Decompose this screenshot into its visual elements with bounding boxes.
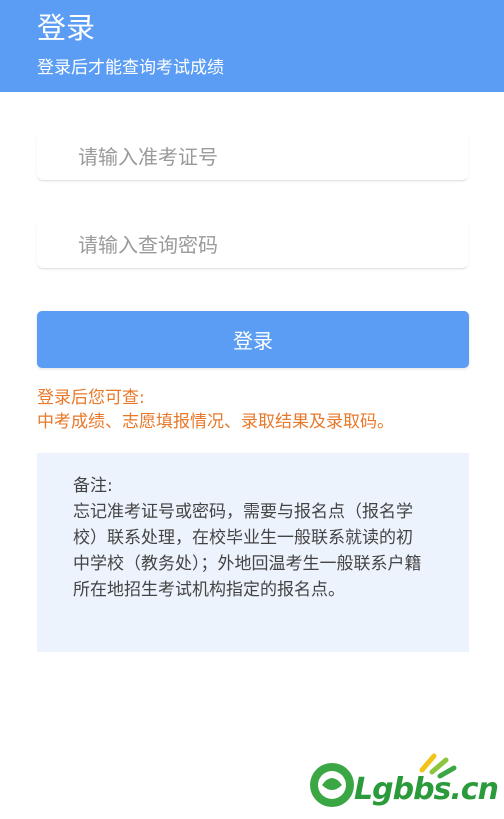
watermark-text: Lgbbs.cn <box>354 772 499 807</box>
login-button[interactable]: 登录 <box>37 311 469 368</box>
page-subtitle: 登录后才能查询考试成绩 <box>37 58 224 78</box>
note-title: 备注: <box>73 476 113 496</box>
password-input[interactable] <box>37 222 468 268</box>
hint-line-1: 登录后您可查: <box>37 388 145 408</box>
login-hint: 登录后您可查: 中考成绩、志愿填报情况、录取结果及录取码。 <box>37 386 394 434</box>
page-title: 登录 <box>37 11 96 45</box>
note-text: 忘记准考证号或密码，需要与报名点（报名学校）联系处理，在校毕业生一般联系就读的初… <box>73 502 422 600</box>
header-bar: 登录 登录后才能查询考试成绩 <box>0 0 504 92</box>
password-field <box>37 222 468 269</box>
note-box: 备注: 忘记准考证号或密码，需要与报名点（报名学校）联系处理，在校毕业生一般联系… <box>37 453 469 652</box>
exam-id-field <box>37 134 468 181</box>
exam-id-input[interactable] <box>37 134 468 180</box>
hint-line-2: 中考成绩、志愿填报情况、录取结果及录取码。 <box>37 412 394 432</box>
